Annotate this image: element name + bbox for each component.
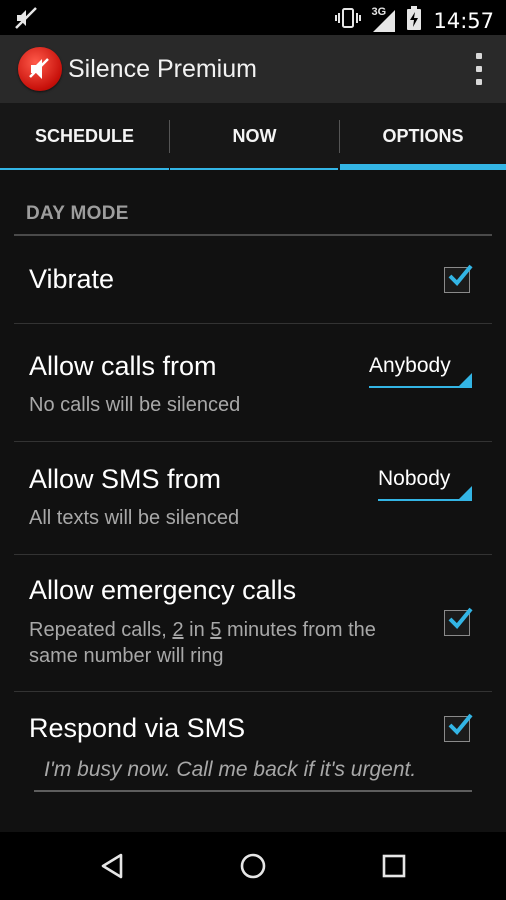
- check-icon: [448, 264, 473, 286]
- tab-now[interactable]: NOW: [170, 103, 339, 170]
- tab-now-indicator: [170, 168, 338, 170]
- network-type: 3G: [371, 5, 387, 18]
- allow-calls-spinner[interactable]: Anybody: [369, 354, 472, 388]
- tab-schedule-label: SCHEDULE: [34, 126, 134, 146]
- clock: 14:57: [433, 8, 494, 33]
- allow-sms-spinner[interactable]: Nobody: [378, 467, 472, 501]
- tab-now-label: NOW: [232, 126, 277, 146]
- recents-icon[interactable]: [379, 851, 409, 881]
- allow-sms-title: Allow SMS from: [29, 464, 222, 494]
- emergency-sub-text: Repeated calls,: [29, 619, 167, 641]
- silent-notification-icon: [14, 6, 38, 35]
- navigation-bar: [0, 832, 506, 900]
- respond-sms-title: Respond via SMS: [29, 713, 246, 743]
- silence-app-icon[interactable]: [18, 47, 62, 91]
- tab-bar: SCHEDULE NOW OPTIONS: [0, 103, 506, 170]
- repeat-count-link[interactable]: 2: [172, 619, 183, 641]
- repeat-minutes-link[interactable]: 5: [210, 619, 221, 641]
- back-icon[interactable]: [98, 851, 128, 881]
- sms-reply-input[interactable]: I'm busy now. Call me back if it's urgen…: [34, 752, 472, 792]
- home-icon[interactable]: [238, 851, 268, 881]
- vibrate-checkbox[interactable]: [444, 264, 473, 293]
- emergency-calls-checkbox[interactable]: [444, 607, 473, 636]
- allow-calls-subtitle: No calls will be silenced: [29, 394, 241, 416]
- check-icon: [448, 713, 473, 735]
- tab-options-label: OPTIONS: [382, 126, 464, 146]
- dropdown-triangle-icon: [459, 373, 472, 386]
- dropdown-triangle-icon: [459, 486, 472, 499]
- vibrate-icon: [335, 7, 362, 34]
- sms-reply-text: I'm busy now. Call me back if it's urgen…: [44, 758, 417, 781]
- emergency-sub-text: in: [189, 619, 205, 641]
- allow-calls-value: Anybody: [369, 354, 451, 377]
- signal-3g-icon: 3G: [371, 5, 397, 33]
- tab-schedule[interactable]: SCHEDULE: [0, 103, 169, 170]
- divider: [14, 691, 492, 692]
- tab-options[interactable]: OPTIONS: [340, 103, 506, 170]
- overflow-menu-icon[interactable]: [474, 53, 484, 85]
- divider: [14, 323, 492, 324]
- vibrate-title: Vibrate: [29, 264, 115, 294]
- spinner-underline: [378, 499, 472, 501]
- divider: [14, 441, 492, 442]
- emergency-sub-text: minutes from the: [226, 619, 376, 641]
- emergency-calls-title: Allow emergency calls: [29, 575, 297, 605]
- section-divider: [14, 234, 492, 236]
- divider: [14, 554, 492, 555]
- respond-sms-checkbox[interactable]: [444, 713, 473, 742]
- emergency-sub-text: same number will ring: [29, 645, 224, 667]
- check-icon: [448, 607, 473, 629]
- spinner-underline: [369, 386, 472, 388]
- tab-options-indicator: [340, 164, 506, 170]
- allow-sms-subtitle: All texts will be silenced: [29, 507, 240, 529]
- status-bar: 3G 14:57: [0, 0, 506, 35]
- section-title: DAY MODE: [26, 203, 129, 224]
- app-title: Silence Premium: [68, 55, 257, 83]
- battery-icon: [407, 6, 422, 35]
- app-bar: Silence Premium: [0, 35, 506, 103]
- emergency-calls-subtitle: Repeated calls, 2 in 5 minutes from the …: [29, 617, 376, 669]
- tab-schedule-indicator: [0, 168, 169, 170]
- allow-sms-value: Nobody: [378, 467, 451, 490]
- allow-calls-title: Allow calls from: [29, 351, 217, 381]
